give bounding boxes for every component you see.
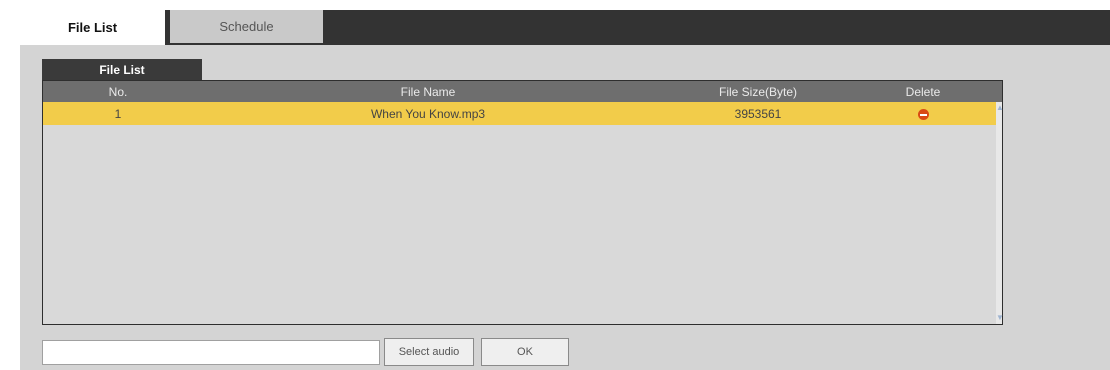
scroll-up-arrow-icon[interactable]: ▲ (996, 102, 1004, 114)
tab-file-list[interactable]: File List (20, 10, 165, 45)
row-delete-cell (853, 107, 993, 121)
column-header-file-name: File Name (400, 84, 456, 99)
tab-schedule[interactable]: Schedule (170, 10, 323, 43)
select-audio-button[interactable]: Select audio (384, 338, 474, 366)
column-header-file-size: File Size(Byte) (718, 84, 798, 99)
row-file-name: When You Know.mp3 (370, 106, 486, 121)
audio-file-page: File List Schedule File List No. File Na… (20, 10, 1110, 370)
row-no: 1 (114, 106, 122, 121)
column-header-no: No. (108, 84, 128, 99)
panel-title-tab: File List (42, 59, 202, 80)
table-scrollbar[interactable]: ▲ ▼ (996, 102, 1004, 324)
ok-button[interactable]: OK (481, 338, 569, 366)
column-header-delete: Delete (905, 84, 941, 99)
table-header: No. File Name File Size(Byte) Delete (43, 81, 1002, 102)
top-tab-bar: File List Schedule (20, 10, 1110, 45)
scroll-down-arrow-icon[interactable]: ▼ (996, 312, 1004, 324)
delete-icon[interactable] (917, 108, 929, 120)
audio-path-input[interactable] (42, 340, 380, 365)
table-row[interactable]: 1 When You Know.mp3 3953561 (43, 102, 996, 125)
row-file-size: 3953561 (734, 106, 782, 121)
file-table: No. File Name File Size(Byte) Delete 1 W… (42, 80, 1004, 325)
